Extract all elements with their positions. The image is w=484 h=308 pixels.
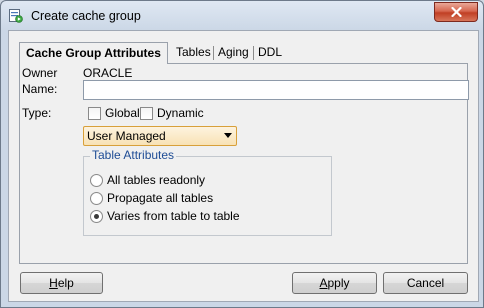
close-button[interactable] [434,2,478,22]
global-checkbox[interactable] [88,107,101,120]
dialog-window: Create cache group Cache Group Attribute… [0,0,484,308]
tab-cache-group-attributes[interactable]: Cache Group Attributes [19,42,168,64]
radio-selected-dot [94,214,99,219]
name-label: Name: [22,82,58,96]
dynamic-label[interactable]: Dynamic [157,106,204,120]
apply-button[interactable]: Apply [292,272,377,294]
owner-value: ORACLE [83,66,133,80]
radio-all-tables-readonly[interactable] [90,174,103,187]
cancel-button[interactable]: Cancel [383,272,468,294]
name-input[interactable] [83,80,469,100]
attributes-panel: Owner ORACLE Name: Type: Global Dynamic … [19,63,469,264]
help-button[interactable]: Help [20,272,103,294]
global-label[interactable]: Global [105,106,140,120]
tab-separator [213,46,214,60]
help-label-rest: elp [57,276,74,290]
apply-mnemonic: A [319,276,328,290]
dropdown-arrow-icon [224,133,232,138]
tab-ddl[interactable]: DDL [258,43,282,62]
title-bar[interactable]: Create cache group [1,1,483,31]
help-mnemonic: H [49,276,58,290]
cache-type-dropdown[interactable]: User Managed [83,126,237,146]
table-attributes-group: Table Attributes All tables readonly Pro… [83,148,332,236]
cache-type-selected: User Managed [87,129,166,143]
tab-separator [253,46,254,60]
dynamic-checkbox[interactable] [140,107,153,120]
radio-label-all-tables-readonly[interactable]: All tables readonly [107,173,205,187]
radio-propagate-all-tables[interactable] [90,192,103,205]
radio-label-propagate-all-tables[interactable]: Propagate all tables [107,191,213,205]
dialog-content: Cache Group Attributes Tables Aging DDL … [8,30,479,302]
tab-aging[interactable]: Aging [218,43,249,62]
tab-tables[interactable]: Tables [176,43,211,62]
close-icon [450,7,462,17]
window-title: Create cache group [31,9,141,23]
radio-label-varies-table-to-table[interactable]: Varies from table to table [107,209,240,223]
owner-label: Owner [22,66,58,80]
apply-label-rest: pply [327,276,350,290]
type-label: Type: [22,106,52,120]
table-attributes-legend: Table Attributes [90,148,177,162]
radio-varies-table-to-table[interactable] [90,210,103,223]
app-icon [9,9,23,23]
